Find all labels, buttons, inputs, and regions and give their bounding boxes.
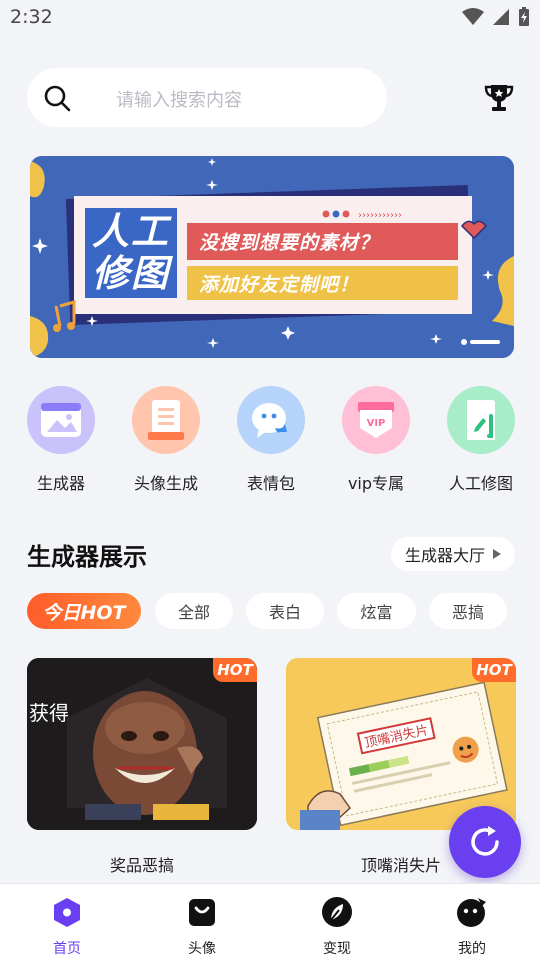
chip-confession[interactable]: 表白 — [246, 593, 324, 629]
quick-label-vip: vip专属 — [347, 474, 405, 493]
search-icon — [44, 85, 71, 112]
chip-prank[interactable]: 恶搞 — [429, 593, 507, 629]
banner-line2-text: 添加好友定制吧！ — [199, 273, 360, 296]
chip-flaunt[interactable]: 炫富 — [337, 593, 416, 629]
tab-profile[interactable]: 我的 — [432, 896, 512, 958]
bottom-tab-bar: 首页 头像 变现 我的 — [0, 883, 540, 960]
search-bar[interactable]: 请输入搜索内容 — [27, 68, 387, 127]
banner-title-line1: 人工 — [92, 210, 170, 253]
card-label-prize-prank: 奖品恶搞 — [109, 856, 174, 875]
profile-icon — [457, 898, 486, 927]
tab-monetize-label: 变现 — [323, 941, 351, 957]
vip-badge-icon: VIP — [342, 386, 410, 454]
status-bar: 2:32 — [0, 0, 540, 36]
refresh-icon — [471, 826, 499, 856]
trophy-icon[interactable] — [483, 83, 515, 113]
home-icon — [54, 898, 80, 927]
promo-banner[interactable]: ››››››››››› 人工 修图 没搜到想要的素材？ 添加好友定制吧！ — [30, 156, 514, 358]
generator-hall-button[interactable]: 生成器大厅 — [391, 537, 515, 571]
banner-title-line2: 修图 — [92, 252, 170, 295]
status-time: 2:32 — [10, 6, 53, 28]
document-icon — [132, 386, 200, 454]
refresh-button[interactable] — [449, 806, 521, 878]
quick-item-vip[interactable]: VIP vip专属 — [326, 386, 426, 494]
card-image-prize: 获得 — [27, 658, 257, 830]
tab-monetize[interactable]: 变现 — [297, 896, 377, 958]
quick-label-emoji: 表情包 — [246, 474, 295, 493]
battery-icon — [519, 7, 529, 26]
tab-home[interactable]: 首页 — [27, 896, 107, 958]
quick-item-generator[interactable]: 生成器 — [11, 386, 111, 494]
quick-item-emoji[interactable]: 表情包 — [221, 386, 321, 494]
quick-item-avatar-gen[interactable]: 头像生成 — [116, 386, 216, 494]
generator-hall-label: 生成器大厅 — [405, 546, 486, 565]
chip-all[interactable]: 全部 — [155, 593, 233, 629]
quick-label-avatar-gen: 头像生成 — [133, 474, 198, 493]
tab-home-label: 首页 — [53, 941, 81, 957]
wifi-icon — [462, 8, 484, 25]
quick-item-retouch[interactable]: 人工修图 — [431, 386, 531, 494]
bag-icon — [189, 899, 215, 926]
hot-tag-2: HOT — [472, 658, 516, 682]
status-icons — [462, 7, 530, 27]
search-input[interactable]: 请输入搜索内容 — [116, 86, 242, 112]
quick-label-generator: 生成器 — [36, 474, 85, 493]
arrow-right-icon — [493, 549, 501, 559]
svg-text:›››››››››››: ››››››››››› — [358, 210, 402, 221]
card-prize-prank[interactable]: 获得 HOT — [27, 658, 257, 830]
chip-hot-today[interactable]: 今日HOT — [27, 593, 141, 629]
svg-text:VIP: VIP — [367, 418, 386, 429]
card-image-text: 获得 — [29, 701, 69, 725]
image-frame-icon — [27, 386, 95, 454]
chat-face-icon — [237, 386, 305, 454]
tab-profile-label: 我的 — [458, 941, 486, 957]
tab-avatar-label: 头像 — [188, 941, 216, 957]
edit-pen-icon — [447, 386, 515, 454]
leaf-icon — [322, 897, 352, 927]
banner-line1: 没搜到想要的素材？ — [187, 223, 458, 260]
section-title: 生成器展示 — [27, 543, 147, 571]
banner-line1-text: 没搜到想要的素材？ — [199, 232, 380, 254]
banner-line2: 添加好友定制吧！ — [187, 266, 458, 300]
hot-tag: HOT — [213, 658, 257, 682]
card-talkback-slip[interactable]: 顶嘴消失片 HOT — [286, 658, 516, 830]
quick-label-retouch: 人工修图 — [448, 474, 513, 493]
banner-title-box: 人工 修图 — [85, 208, 177, 298]
signal-icon — [493, 9, 509, 25]
card-image-slip: 顶嘴消失片 — [286, 658, 516, 830]
tab-avatar[interactable]: 头像 — [162, 896, 242, 958]
